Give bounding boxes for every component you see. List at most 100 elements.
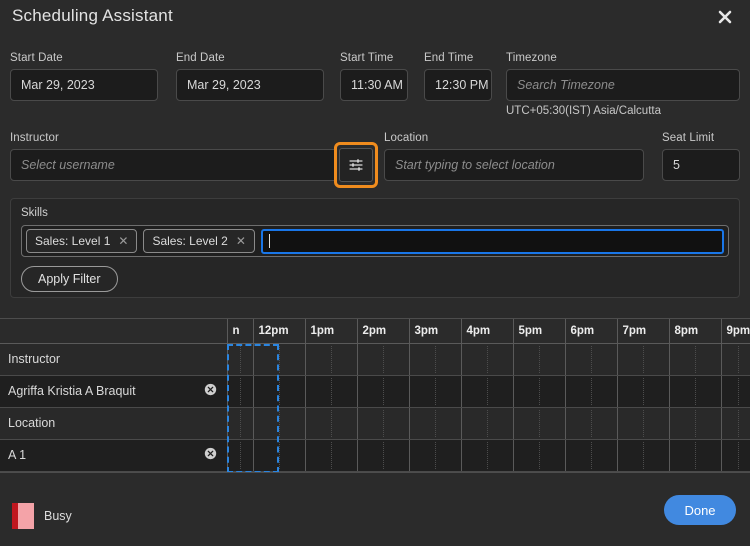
timezone-field: Timezone Search Timezone UTC+05:30(IST) … <box>506 52 740 117</box>
timeline-slot[interactable] <box>565 343 618 376</box>
timeline-slot[interactable] <box>513 375 566 408</box>
start-time-input[interactable]: 11:30 AM <box>340 69 408 101</box>
skill-chip[interactable]: Sales: Level 2 ✕ <box>143 229 255 253</box>
timeline-slot[interactable] <box>617 439 670 472</box>
start-time-label: Start Time <box>340 52 394 64</box>
row-label-text: Agriffa Kristia A Braquit <box>8 384 136 399</box>
timeline-label-column-header <box>0 319 228 344</box>
remove-circle-icon <box>204 447 216 460</box>
instructor-filter-button[interactable] <box>334 142 378 188</box>
timeline-slot[interactable] <box>721 439 750 472</box>
timezone-note: UTC+05:30(IST) Asia/Calcutta <box>506 105 661 117</box>
timeline-column-header: 6pm <box>565 319 618 344</box>
timezone-input[interactable]: Search Timezone <box>506 69 740 101</box>
end-time-label: End Time <box>424 52 474 64</box>
timeline-slot[interactable] <box>227 343 254 376</box>
remove-skill-icon[interactable]: ✕ <box>236 235 246 247</box>
timeline-slot[interactable] <box>513 407 566 440</box>
page-title: Scheduling Assistant <box>12 6 173 25</box>
dialog-footer: Busy Done <box>0 473 750 546</box>
done-button[interactable]: Done <box>664 495 736 525</box>
table-row: Agriffa Kristia A Braquit <box>0 375 750 408</box>
timeline-slot[interactable] <box>669 343 722 376</box>
busy-legend: Busy <box>12 503 72 529</box>
timeline-slot[interactable] <box>253 375 306 408</box>
end-date-field: End Date Mar 29, 2023 <box>176 52 324 101</box>
timeline-slot[interactable] <box>669 375 722 408</box>
end-date-input[interactable]: Mar 29, 2023 <box>176 69 324 101</box>
apply-filter-button[interactable]: Apply Filter <box>21 266 118 292</box>
timeline-slot[interactable] <box>669 407 722 440</box>
close-icon <box>718 10 732 24</box>
timeline-slot[interactable] <box>461 375 514 408</box>
row-label-text: Instructor <box>8 352 61 367</box>
seat-limit-input[interactable]: 5 <box>662 149 740 181</box>
seat-limit-label: Seat Limit <box>662 132 715 144</box>
timeline-slot[interactable] <box>565 375 618 408</box>
sliders-filter-icon <box>349 159 363 171</box>
timeline-slot[interactable] <box>513 343 566 376</box>
table-row: Location <box>0 407 750 440</box>
timeline-slot[interactable] <box>461 343 514 376</box>
timeline-slot[interactable] <box>721 407 750 440</box>
timeline-slot[interactable] <box>305 375 358 408</box>
timeline-slot[interactable] <box>461 407 514 440</box>
timeline-slot[interactable] <box>305 439 358 472</box>
timeline-row-label: Agriffa Kristia A Braquit <box>0 375 228 408</box>
timeline-slot[interactable] <box>357 343 410 376</box>
busy-legend-label: Busy <box>44 509 72 523</box>
skill-chip[interactable]: Sales: Level 1 ✕ <box>26 229 138 253</box>
availability-timeline: n 12pm 1pm 2pm 3pm 4pm 5pm 6pm 7pm 8pm 9… <box>0 318 750 473</box>
remove-skill-icon[interactable]: ✕ <box>118 235 128 247</box>
timeline-slot[interactable] <box>513 439 566 472</box>
timeline-column-header: n <box>227 319 254 344</box>
timeline-slot[interactable] <box>227 407 254 440</box>
location-input[interactable]: Start typing to select location <box>384 149 644 181</box>
timeline-slot[interactable] <box>305 343 358 376</box>
timeline-slot[interactable] <box>357 375 410 408</box>
timeline-slot[interactable] <box>227 439 254 472</box>
timeline-slot[interactable] <box>721 343 750 376</box>
instructor-input[interactable]: Select username <box>10 149 372 181</box>
timeline-slot[interactable] <box>253 343 306 376</box>
remove-location-button[interactable] <box>204 447 217 463</box>
skills-search-input[interactable] <box>260 228 724 254</box>
timeline-slot[interactable] <box>721 375 750 408</box>
busy-legend-swatch <box>12 503 34 529</box>
timeline-row-label: A 1 <box>0 439 228 472</box>
datetime-row: Start Date Mar 29, 2023 End Date Mar 29,… <box>0 52 750 117</box>
timeline-slot[interactable] <box>565 439 618 472</box>
timeline-slot[interactable] <box>669 439 722 472</box>
timeline-slot[interactable] <box>565 407 618 440</box>
timeline-column-header: 5pm <box>513 319 566 344</box>
timeline-column-header: 12pm <box>253 319 306 344</box>
timeline-column-header: 9pm <box>721 319 750 344</box>
close-button[interactable] <box>714 6 736 28</box>
timeline-slot[interactable] <box>617 343 670 376</box>
timeline-slot[interactable] <box>227 375 254 408</box>
start-date-input[interactable]: Mar 29, 2023 <box>10 69 158 101</box>
timeline-slot[interactable] <box>357 439 410 472</box>
timeline-slot[interactable] <box>461 439 514 472</box>
timeline-row-label: Location <box>0 407 228 440</box>
timeline-slot[interactable] <box>253 407 306 440</box>
remove-instructor-button[interactable] <box>204 383 217 399</box>
timeline-slot[interactable] <box>617 407 670 440</box>
skills-panel: Skills Sales: Level 1 ✕ Sales: Level 2 ✕… <box>10 198 740 298</box>
timeline-slot[interactable] <box>617 375 670 408</box>
seat-limit-field: Seat Limit 5 <box>662 132 740 181</box>
timeline-slot[interactable] <box>409 375 462 408</box>
location-field: Location Start typing to select location <box>384 132 644 181</box>
row-label-text: Location <box>8 416 56 431</box>
timeline-slot[interactable] <box>409 343 462 376</box>
skills-chips-container[interactable]: Sales: Level 1 ✕ Sales: Level 2 ✕ <box>21 225 729 257</box>
end-time-input[interactable]: 12:30 PM <box>424 69 492 101</box>
skill-chip-label: Sales: Level 2 <box>152 234 228 248</box>
filter-button-inner <box>339 148 373 182</box>
timeline-slot[interactable] <box>305 407 358 440</box>
timeline-slot[interactable] <box>409 407 462 440</box>
timeline-table: n 12pm 1pm 2pm 3pm 4pm 5pm 6pm 7pm 8pm 9… <box>0 319 750 472</box>
timeline-slot[interactable] <box>357 407 410 440</box>
timeline-slot[interactable] <box>253 439 306 472</box>
timeline-slot[interactable] <box>409 439 462 472</box>
